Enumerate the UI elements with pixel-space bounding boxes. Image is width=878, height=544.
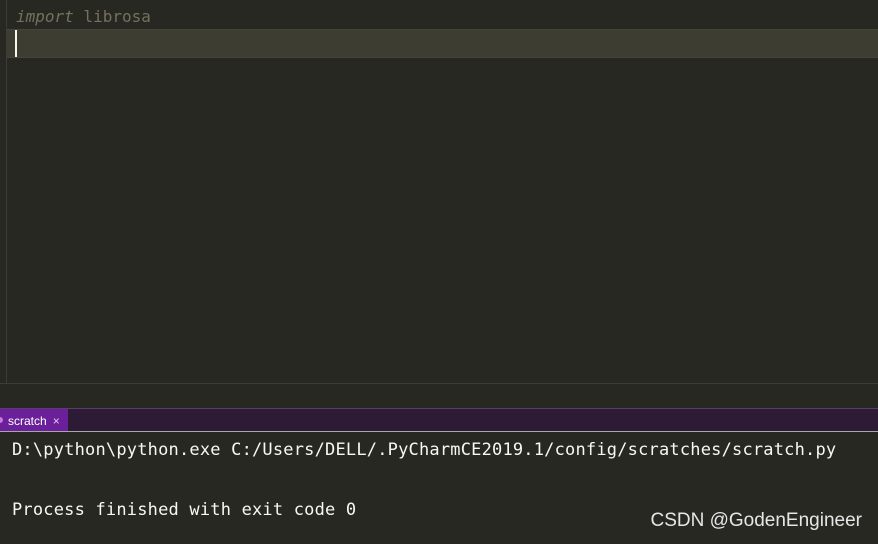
console-exit-message: Process finished with exit code 0: [12, 500, 357, 520]
watermark-text: CSDN @GodenEngineer: [650, 510, 862, 531]
import-keyword: import: [16, 7, 74, 26]
code-line-1[interactable]: import librosa: [16, 3, 151, 31]
run-tab-label: scratch: [8, 413, 47, 428]
run-tool-tabbar: scratch ×: [0, 408, 878, 432]
run-tab-marker-icon: [0, 417, 3, 423]
run-tab-scratch[interactable]: scratch ×: [0, 409, 68, 432]
panel-gap: [0, 384, 878, 408]
text-caret: [15, 30, 17, 57]
close-icon[interactable]: ×: [53, 415, 60, 427]
code-editor[interactable]: import librosa: [0, 0, 878, 384]
console-command-line: D:\python\python.exe C:/Users/DELL/.PyCh…: [12, 440, 837, 460]
module-name: librosa: [73, 7, 151, 26]
current-line-highlight: [7, 29, 878, 58]
